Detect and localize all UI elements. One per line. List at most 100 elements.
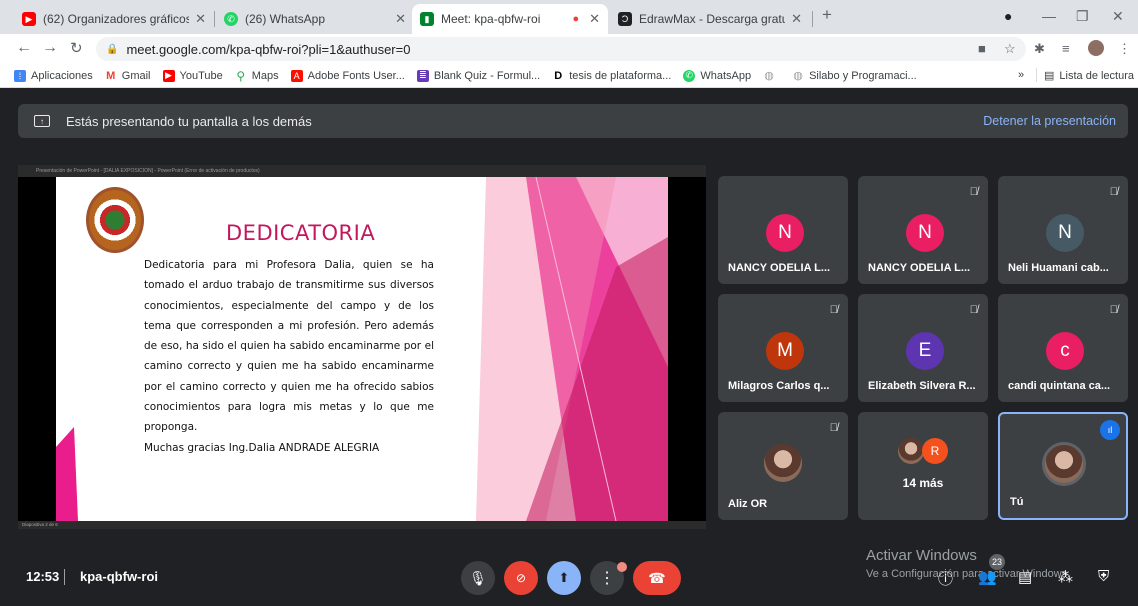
close-window-button[interactable]: ✕ — [1112, 8, 1124, 25]
globe-icon: ◍ — [764, 70, 774, 82]
star-icon[interactable]: ☆ — [1004, 41, 1016, 57]
maximize-button[interactable]: ❐ — [1076, 8, 1089, 25]
tab-youtube[interactable]: ▶ (62) Organizadores gráficos - You ✕ — [14, 4, 214, 34]
info-icon[interactable]: ⓘ — [938, 568, 953, 589]
more-participants-tile[interactable]: R 14 más — [858, 412, 988, 520]
mic-off-icon: 🎙̸ — [1109, 186, 1118, 198]
microphone-button[interactable]: 🎙 — [461, 561, 495, 595]
participant-tile[interactable]: 🎙̸ E Elizabeth Silvera R... — [858, 294, 988, 402]
avatar: N — [906, 214, 944, 252]
profile-circle-icon[interactable]: ● — [1004, 8, 1012, 24]
adobe-icon: A — [290, 69, 303, 82]
close-tab-icon[interactable]: ✕ — [195, 11, 206, 27]
speaking-indicator-icon: ıl — [1100, 420, 1120, 440]
slide-body: Dedicatoria para mi Profesora Dalia, qui… — [144, 255, 434, 458]
participant-tile[interactable]: 🎙̸ M Milagros Carlos q... — [718, 294, 848, 402]
self-tile[interactable]: ıl Tú — [998, 412, 1128, 520]
mic-off-icon: 🎙̸ — [1109, 304, 1118, 316]
forms-icon: ≣ — [416, 69, 429, 82]
ppt-statusbar: Diapositiva 2 de 6 — [18, 521, 706, 529]
participant-tile[interactable]: N NANCY ODELIA L... — [718, 176, 848, 284]
ppt-titlebar: Presentación de PowerPoint - [DALIA EXPO… — [18, 165, 706, 177]
toolbar: ← → ↻ 🔒 meet.google.com/kpa-qbfw-roi?pli… — [0, 34, 1138, 64]
activities-icon[interactable]: ⁂ — [1058, 568, 1073, 586]
meet-icon: ▮ — [420, 12, 434, 26]
chat-icon[interactable]: ▤ — [1018, 568, 1032, 586]
youtube-icon: ▶ — [22, 12, 36, 26]
presenting-text: Estás presentando tu pantalla a los demá… — [66, 113, 312, 129]
apps-grid-icon: ⁞ — [14, 69, 26, 82]
clock: 12:53 — [26, 569, 60, 584]
bookmark-gmail[interactable]: M Gmail — [105, 70, 150, 82]
camera-icon[interactable]: ■ — [978, 41, 986, 56]
new-tab-button[interactable]: + — [822, 5, 832, 25]
stop-presenting-button[interactable]: Detener la presentación — [983, 114, 1116, 128]
reload-button[interactable]: ↻ — [70, 39, 83, 57]
bookmark-globe[interactable]: ◍ — [763, 70, 780, 82]
address-bar[interactable]: 🔒 meet.google.com/kpa-qbfw-roi?pli=1&aut… — [96, 37, 1026, 61]
reading-list-button[interactable]: ▤ Lista de lectura — [1044, 69, 1134, 83]
camera-off-icon: ⊘ — [515, 571, 527, 585]
extensions-icon[interactable]: ✱ — [1034, 41, 1045, 57]
bookmark-aplicaciones[interactable]: ⁞ Aplicaciones — [14, 69, 93, 82]
close-tab-icon[interactable]: ✕ — [791, 11, 802, 27]
bookmark-maps[interactable]: ⚲ Maps — [235, 69, 278, 83]
host-controls-icon[interactable]: ⛨ — [1098, 568, 1109, 585]
mic-off-icon: 🎙̸ — [969, 304, 978, 316]
avatar[interactable] — [1088, 40, 1104, 56]
more-count: 14 más — [902, 476, 944, 490]
tab-edrawmax[interactable]: Ɔ EdrawMax - Descarga gratuita ✕ — [610, 4, 810, 34]
participant-name: NANCY ODELIA L... — [868, 262, 971, 274]
minimize-button[interactable]: — — [1042, 8, 1056, 24]
university-seal-logo — [86, 187, 144, 253]
camera-off-button[interactable]: ⊘ — [504, 561, 538, 595]
browser-chrome: ▶ (62) Organizadores gráficos - You ✕ ✆ … — [0, 0, 1138, 88]
tab-strip: ▶ (62) Organizadores gráficos - You ✕ ✆ … — [0, 0, 1138, 34]
back-button[interactable]: ← — [16, 39, 32, 57]
participant-name: Milagros Carlos q... — [728, 380, 830, 392]
present-button[interactable]: ⬆ — [547, 561, 581, 595]
activate-windows-subtitle: Ve a Configuración para activar Windows. — [866, 568, 1071, 580]
participant-name: Aliz OR — [728, 498, 768, 510]
bookmark-youtube[interactable]: ▶ YouTube — [162, 69, 223, 82]
mic-icon: 🎙 — [469, 569, 487, 586]
slide-counter: Diapositiva 2 de 6 — [22, 522, 58, 527]
bookmark-tesis[interactable]: Dtesis de plataforma... — [552, 70, 671, 82]
reading-list-icon: ▤ — [1044, 70, 1055, 82]
whatsapp-icon: ✆ — [683, 69, 696, 82]
people-icon[interactable]: 👥 — [978, 568, 997, 586]
tab-whatsapp[interactable]: ✆ (26) WhatsApp ✕ — [216, 4, 414, 34]
present-screen-icon: ⬆ — [558, 570, 570, 585]
media-icon[interactable]: ≡ — [1062, 41, 1070, 56]
tab-meet[interactable]: ▮ Meet: kpa-qbfw-roi ● ✕ — [412, 4, 608, 34]
bookmark-blank-quiz[interactable]: ≣ Blank Quiz - Formul... — [416, 69, 540, 82]
hang-up-icon: ☎ — [648, 569, 666, 586]
avatar: E — [906, 332, 944, 370]
bookmarks-bar: ⁞ Aplicaciones M Gmail ▶ YouTube ⚲ Maps A Ado… — [0, 64, 1138, 88]
avatar — [898, 438, 924, 464]
participants-count-badge: 23 — [989, 554, 1005, 570]
slide-title: DEDICATORIA — [226, 221, 376, 245]
avatar: M — [766, 332, 804, 370]
notification-dot — [617, 562, 627, 572]
edrawmax-icon: Ɔ — [618, 12, 632, 26]
menu-icon[interactable]: ⋮ — [1118, 41, 1131, 57]
bookmarks-overflow-button[interactable]: » — [1018, 69, 1024, 81]
present-screen-icon: ↑ — [34, 115, 50, 127]
participant-tile[interactable]: 🎙̸ Aliz OR — [718, 412, 848, 520]
participant-tile[interactable]: 🎙̸ N NANCY ODELIA L... — [858, 176, 988, 284]
participant-tile[interactable]: 🎙̸ N Neli Huamani cab... — [998, 176, 1128, 284]
forward-button[interactable]: → — [42, 39, 58, 57]
bookmark-whatsapp[interactable]: ✆ WhatsApp — [683, 69, 751, 82]
close-tab-icon[interactable]: ✕ — [395, 11, 406, 27]
bookmark-adobe-fonts[interactable]: A Adobe Fonts User... — [290, 69, 405, 82]
participant-name: NANCY ODELIA L... — [728, 262, 831, 274]
participant-tile[interactable]: 🎙̸ c candi quintana ca... — [998, 294, 1128, 402]
bookmark-silabo[interactable]: ◍ Silabo y Programaci... — [792, 70, 916, 83]
dedication-text: Dedicatoria para mi Profesora Dalia, qui… — [144, 259, 434, 434]
close-tab-icon[interactable]: ✕ — [589, 11, 600, 27]
mic-off-icon: 🎙̸ — [829, 422, 838, 434]
avatar: c — [1046, 332, 1084, 370]
leave-call-button[interactable]: ☎ — [633, 561, 681, 595]
avatar: R — [922, 438, 948, 464]
